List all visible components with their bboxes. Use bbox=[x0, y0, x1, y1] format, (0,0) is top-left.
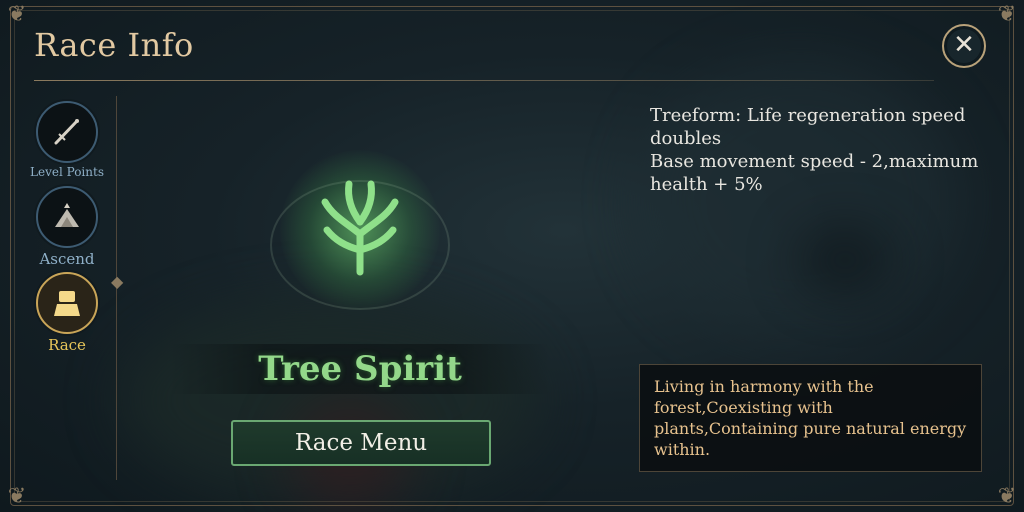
sword-icon bbox=[36, 101, 98, 163]
race-traits: Treeform: Life regeneration speed double… bbox=[650, 104, 980, 196]
race-emblem bbox=[260, 150, 460, 320]
tree-emblem-icon bbox=[321, 180, 399, 276]
race-description: Living in harmony with the forest,Coexis… bbox=[639, 364, 982, 472]
sidebar-item-label: Ascend bbox=[39, 250, 95, 268]
trait-line: Base movement speed - 2,maximum health +… bbox=[650, 151, 979, 195]
corner-ornament-icon: ❦ bbox=[7, 484, 27, 509]
corner-ornament-icon: ❦ bbox=[997, 2, 1017, 27]
panel-title: Race Info bbox=[34, 26, 194, 64]
race-menu-button[interactable]: Race Menu bbox=[231, 420, 491, 466]
race-name: Tree Spirit bbox=[170, 344, 550, 394]
trait-line: Treeform: Life regeneration speed double… bbox=[650, 105, 966, 149]
sidebar-item-label: Level Points bbox=[30, 165, 104, 179]
corner-ornament-icon: ❦ bbox=[7, 2, 27, 27]
sidebar-item-race[interactable]: Race bbox=[30, 272, 104, 354]
sidebar-item-ascend[interactable]: Ascend bbox=[30, 186, 104, 268]
title-divider bbox=[34, 80, 934, 81]
close-button[interactable]: ✕ bbox=[942, 24, 986, 68]
ascend-icon bbox=[36, 186, 98, 248]
sidebar-item-label: Race bbox=[48, 336, 86, 354]
sidebar-notch-icon: ◆ bbox=[111, 272, 124, 291]
close-icon: ✕ bbox=[953, 30, 975, 60]
race-icon bbox=[36, 272, 98, 334]
corner-ornament-icon: ❦ bbox=[997, 484, 1017, 509]
sidebar-item-level-points[interactable]: Level Points bbox=[30, 101, 104, 179]
